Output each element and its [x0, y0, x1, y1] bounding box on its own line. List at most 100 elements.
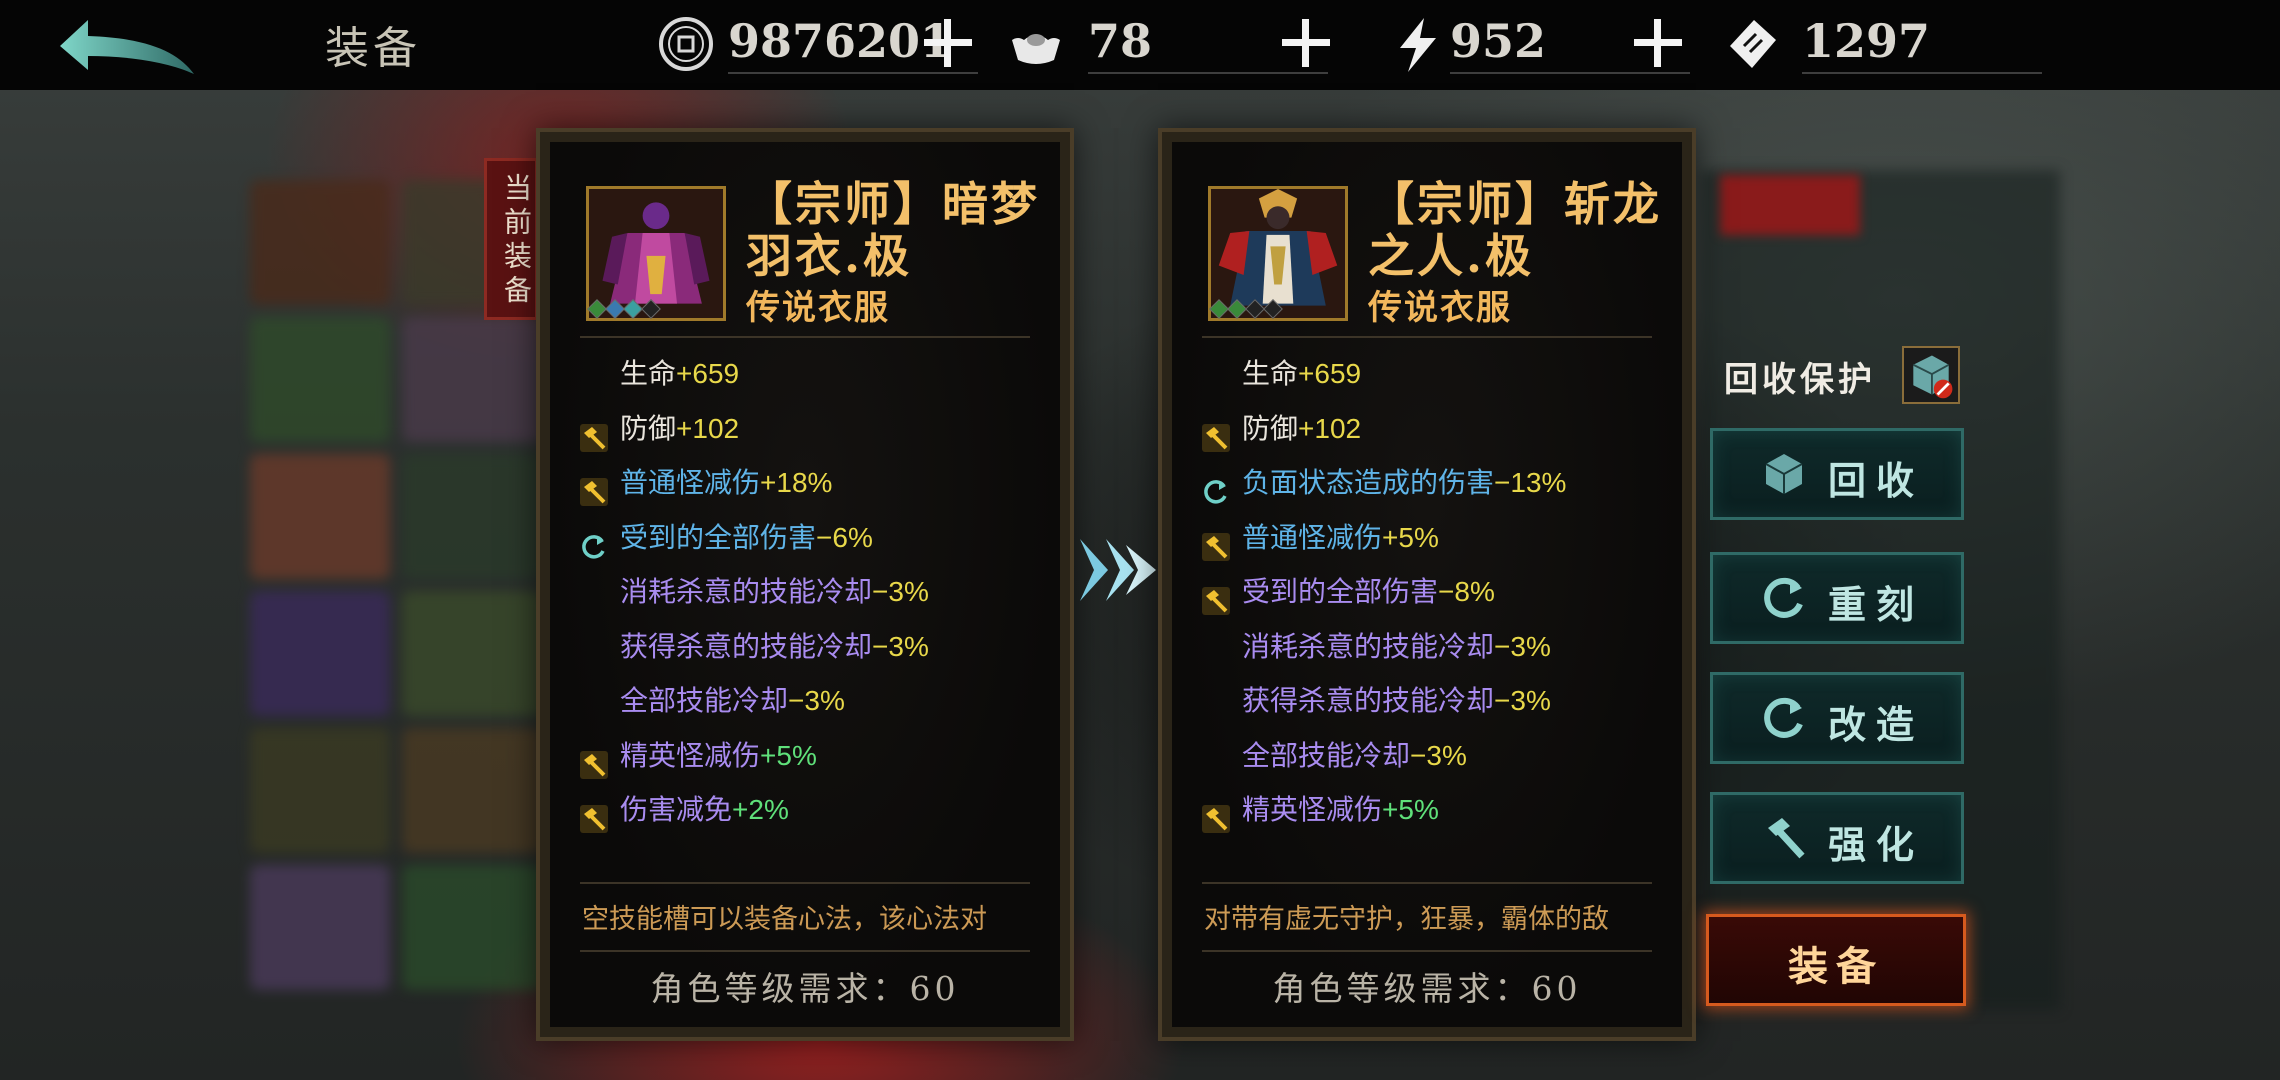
- compare-arrow-icon: [1080, 539, 1156, 601]
- ticket-underline: [1802, 72, 2042, 74]
- silver-ingot-icon: [1012, 34, 1060, 64]
- item-portrait[interactable]: [1208, 186, 1348, 321]
- level-requirement: 角色等级需求：60: [1272, 969, 1582, 1008]
- stat-label: 全部技能冷却: [1242, 739, 1411, 771]
- ticket-value: 1297: [1802, 14, 1931, 68]
- stat-row: 普通怪减伤+18%: [580, 456, 1040, 511]
- item-name: 【宗师】暗梦羽衣.极: [746, 177, 1040, 283]
- equip-button[interactable]: 装备: [1706, 914, 1966, 1006]
- divider: [580, 336, 1030, 338]
- enhance-label: 强化: [1828, 822, 1925, 867]
- stat-row: 生命+659: [580, 347, 1040, 402]
- add-coin-button[interactable]: [920, 14, 976, 70]
- stat-value: +5%: [1382, 521, 1439, 553]
- enhance-button[interactable]: 强化: [1710, 792, 1964, 884]
- stat-value: +102: [676, 412, 740, 444]
- hammer-icon: [1768, 818, 1805, 859]
- resource-stamina: 952: [1390, 8, 1690, 78]
- refresh-icon: [580, 525, 608, 559]
- gem-slots: [587, 299, 661, 319]
- item-description: 对带有虚无守护，狂暴，霸体的敌: [1204, 904, 1609, 934]
- hammer-icon: [580, 416, 608, 452]
- stat-value: −13%: [1494, 467, 1567, 498]
- stat-value: +659: [676, 358, 740, 389]
- hammer-icon: [1202, 525, 1230, 561]
- recycle-protection-label: 回收保护: [1724, 360, 1876, 400]
- stat-row: 全部技能冷却−3%: [580, 674, 1040, 729]
- stat-value: +659: [1298, 358, 1362, 389]
- ticket-icon: [1730, 20, 1776, 68]
- current-equipment-tag: 当前装备: [484, 158, 538, 320]
- back-button[interactable]: [58, 12, 198, 78]
- stat-row: 获得杀意的技能冷却−3%: [580, 620, 1040, 675]
- robe-armor-icon: [589, 189, 723, 318]
- stat-label: 普通怪减伤: [1242, 521, 1383, 553]
- stat-label: 受到的全部伤害: [1242, 576, 1439, 607]
- divider: [580, 882, 1030, 884]
- stat-list: 生命+659 防御+102 普通怪减伤+18% 受到的全部伤害−6% 消耗杀意的技能冷却…: [580, 347, 1040, 838]
- stat-label: 获得杀意的技能冷却: [1242, 685, 1495, 716]
- recycle-button[interactable]: 回收: [1710, 428, 1964, 520]
- hammer-icon: [1202, 797, 1230, 833]
- item-portrait[interactable]: [586, 186, 726, 321]
- stat-row: 消耗杀意的技能冷却−3%: [1202, 620, 1662, 675]
- gem-slot-icon: [641, 299, 661, 319]
- stat-value: −3%: [1494, 630, 1551, 662]
- hammer-icon: [1202, 579, 1230, 615]
- add-silver-button[interactable]: [1278, 14, 1334, 70]
- stamina-underline: [1450, 72, 1690, 74]
- item-type: 传说衣服: [1368, 288, 1512, 328]
- gem-slots: [1209, 299, 1283, 319]
- resource-tickets: 1297: [1724, 8, 2044, 78]
- stat-value: −3%: [872, 630, 929, 662]
- gem-slot-icon: [1209, 299, 1229, 319]
- stat-row: 受到的全部伤害−6%: [580, 511, 1040, 566]
- coin-underline: [728, 72, 978, 74]
- stat-label: 生命: [620, 358, 677, 389]
- refresh-icon: [1202, 470, 1230, 504]
- divider: [1202, 882, 1652, 884]
- dragon-slayer-armor-icon: [1211, 189, 1345, 318]
- stat-value: −3%: [872, 576, 929, 607]
- stat-value: +102: [1298, 412, 1362, 444]
- silver-value: 78: [1088, 14, 1153, 68]
- modify-button[interactable]: 改造: [1710, 672, 1964, 764]
- stamina-value: 952: [1450, 14, 1547, 68]
- stat-row: 获得杀意的技能冷却−3%: [1202, 674, 1662, 729]
- recycle-label: 回收: [1828, 458, 1925, 503]
- stat-value: +2%: [732, 794, 789, 825]
- stat-value: −8%: [1438, 576, 1495, 607]
- recycle-protection-toggle[interactable]: [1902, 346, 1960, 404]
- stat-row: 受到的全部伤害−8%: [1202, 565, 1662, 620]
- stat-label: 生命: [1242, 358, 1299, 389]
- stat-value: +18%: [760, 467, 833, 498]
- divider: [1202, 336, 1652, 338]
- stat-label: 伤害减免: [620, 794, 733, 825]
- hammer-icon: [580, 743, 608, 779]
- stat-label: 受到的全部伤害: [620, 521, 817, 553]
- add-stamina-button[interactable]: [1630, 14, 1686, 70]
- stat-label: 普通怪减伤: [620, 467, 761, 498]
- reforge-button[interactable]: 重刻: [1710, 552, 1964, 644]
- stat-row: 普通怪减伤+5%: [1202, 511, 1662, 566]
- page-title: 装备: [325, 23, 421, 74]
- stat-label: 精英怪减伤: [1242, 794, 1383, 825]
- item-description: 空技能槽可以装备心法，该心法对: [582, 904, 987, 934]
- stat-row: 负面状态造成的伤害−13%: [1202, 456, 1662, 511]
- stat-row: 生命+659: [1202, 347, 1662, 402]
- stat-label: 防御: [1242, 412, 1299, 444]
- gem-slot-icon: [1227, 299, 1247, 319]
- stat-value: −6%: [816, 521, 873, 553]
- hammer-icon: [1202, 416, 1230, 452]
- divider: [1202, 950, 1652, 952]
- item-type: 传说衣服: [746, 288, 890, 328]
- stat-label: 消耗杀意的技能冷却: [620, 576, 873, 607]
- refresh-icon: [1764, 697, 1803, 738]
- stat-label: 全部技能冷却: [620, 685, 789, 716]
- stat-row: 消耗杀意的技能冷却−3%: [580, 565, 1040, 620]
- stat-value: −3%: [788, 685, 845, 716]
- refresh-icon: [1764, 577, 1803, 618]
- stat-label: 获得杀意的技能冷却: [620, 630, 873, 662]
- resource-silver: 78: [1008, 8, 1330, 78]
- stat-row: 防御+102: [580, 402, 1040, 457]
